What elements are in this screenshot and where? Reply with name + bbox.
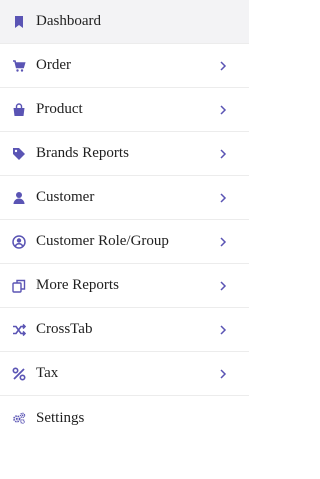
chevron-right-icon: [219, 368, 227, 379]
menu-item-label: CrossTab: [36, 321, 93, 337]
menu-item-product[interactable]: Product: [0, 88, 249, 132]
menu-item-label: Tax: [36, 365, 59, 381]
menu-item-crosstab[interactable]: CrossTab: [0, 308, 249, 352]
tag-icon: [12, 147, 26, 161]
menu-item-label: Product: [36, 101, 83, 117]
gears-icon: [12, 411, 26, 425]
chevron-right-icon: [219, 236, 227, 247]
menu-item-label: Settings: [36, 409, 85, 426]
user-icon: [12, 191, 26, 205]
copy-icon: [12, 279, 26, 293]
user-circle-icon: [12, 234, 26, 249]
sidebar-menu: Dashboard Order Product Brands Reports C…: [0, 0, 249, 440]
menu-item-brands-reports[interactable]: Brands Reports: [0, 132, 249, 176]
menu-item-dashboard[interactable]: Dashboard: [0, 0, 249, 44]
menu-item-settings[interactable]: Settings: [0, 396, 249, 440]
shuffle-icon: [12, 323, 26, 337]
menu-item-customer-role-group[interactable]: Customer Role/Group: [0, 220, 249, 264]
menu-item-label: More Reports: [36, 277, 119, 293]
percent-icon: [12, 366, 26, 381]
menu-item-more-reports[interactable]: More Reports: [0, 264, 249, 308]
cart-icon: [12, 59, 26, 73]
menu-item-label: Dashboard: [36, 13, 101, 29]
menu-item-label: Brands Reports: [36, 145, 129, 161]
menu-item-order[interactable]: Order: [0, 44, 249, 88]
shopping-bag-icon: [12, 102, 26, 117]
bookmark-icon: [12, 15, 26, 29]
chevron-right-icon: [219, 60, 227, 71]
menu-item-label: Order: [36, 57, 71, 73]
chevron-right-icon: [219, 104, 227, 115]
chevron-right-icon: [219, 148, 227, 159]
menu-item-label: Customer: [36, 189, 95, 205]
menu-item-customer[interactable]: Customer: [0, 176, 249, 220]
menu-item-label: Customer Role/Group: [36, 233, 169, 249]
menu-item-tax[interactable]: Tax: [0, 352, 249, 396]
chevron-right-icon: [219, 324, 227, 335]
chevron-right-icon: [219, 280, 227, 291]
chevron-right-icon: [219, 192, 227, 203]
